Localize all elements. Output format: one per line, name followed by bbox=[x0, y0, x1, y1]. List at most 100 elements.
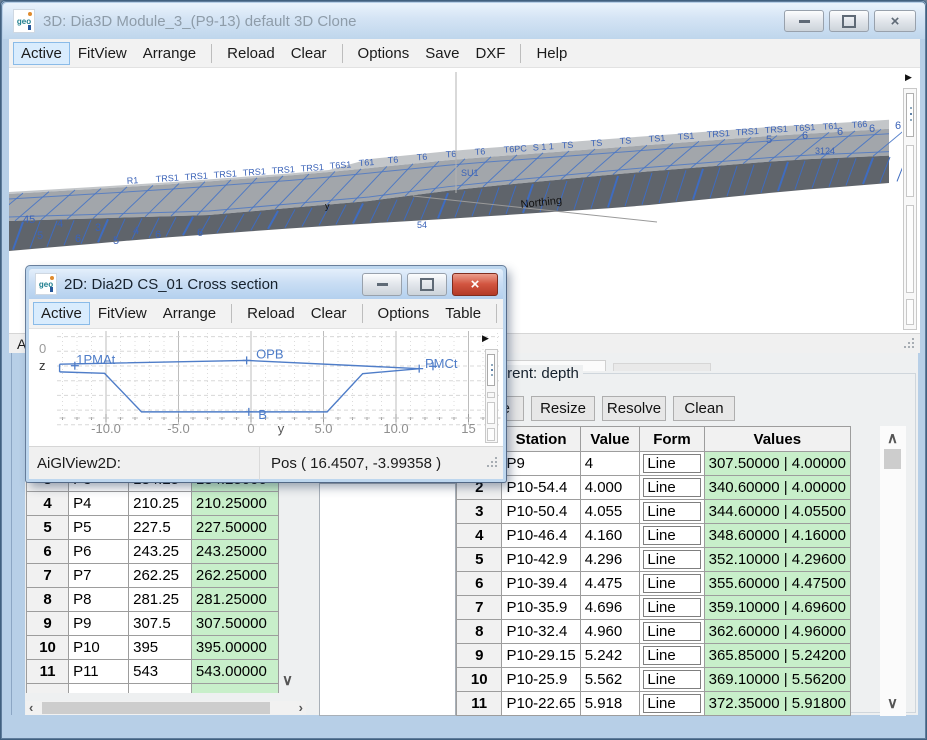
menu-item-save[interactable]: Save bbox=[417, 42, 467, 65]
maximize-button[interactable] bbox=[829, 10, 869, 32]
table-row[interactable]: 4P10-46.44.160Line348.60000 | 4.16000 bbox=[457, 524, 851, 548]
scrollbar-thumb[interactable] bbox=[906, 93, 914, 137]
table-row[interactable]: 6P10-39.44.475Line355.60000 | 4.47500 bbox=[457, 572, 851, 596]
menu-item-clear[interactable]: Clear bbox=[303, 302, 355, 325]
table-row[interactable]: 5P5227.5227.50000 bbox=[27, 516, 279, 540]
form-select[interactable]: Line bbox=[643, 550, 700, 569]
minimize-button[interactable] bbox=[362, 273, 402, 296]
scroll-down-icon[interactable]: ∨ bbox=[282, 673, 293, 688]
scroll-right-icon[interactable]: › bbox=[299, 701, 303, 714]
form-select[interactable]: Line bbox=[643, 526, 700, 545]
form-select[interactable]: Line bbox=[643, 454, 700, 473]
scrollbar-thumb[interactable] bbox=[884, 449, 901, 469]
table-row[interactable]: 9P10-29.155.242Line365.85000 | 5.24200 bbox=[457, 644, 851, 668]
maximize-button[interactable] bbox=[407, 273, 447, 296]
menu-item-arrange[interactable]: Arrange bbox=[135, 42, 204, 65]
svg-text:3: 3 bbox=[95, 222, 101, 234]
table-row[interactable]: 1P94Line307.50000 | 4.00000 bbox=[457, 452, 851, 476]
scrollbar-3d[interactable] bbox=[903, 88, 917, 330]
menubar-2d: ActiveFitViewArrange ReloadClear OptionsTa… bbox=[29, 299, 503, 329]
table-row[interactable]: 7P7262.25262.25000 bbox=[27, 564, 279, 588]
surface-label: TRS1 bbox=[213, 168, 237, 180]
menu-item-options[interactable]: Options bbox=[370, 302, 438, 325]
scrollbar-thumb[interactable] bbox=[42, 702, 270, 714]
table-row[interactable]: 2P10-54.44.000Line340.60000 | 4.00000 bbox=[457, 476, 851, 500]
resize-button[interactable]: Resize bbox=[531, 396, 595, 421]
menu-separator bbox=[520, 44, 521, 63]
table-row[interactable]: 10P10395395.00000 bbox=[27, 636, 279, 660]
form-select[interactable]: Line bbox=[643, 694, 700, 713]
scrollbar-thumb[interactable] bbox=[487, 354, 495, 386]
titlebar-2d[interactable]: geo 2D: Dia2D CS_01 Cross section × bbox=[29, 269, 503, 299]
v-scrollbar-right-table[interactable]: ∧ ∨ bbox=[880, 426, 906, 716]
form-select[interactable]: Line bbox=[643, 502, 700, 521]
table-row[interactable]: 11P11543543.00000 bbox=[27, 660, 279, 684]
menu-item-fitview[interactable]: FitView bbox=[70, 42, 135, 65]
window-2d[interactable]: geo 2D: Dia2D CS_01 Cross section × Acti… bbox=[26, 266, 506, 482]
scroll-up-icon[interactable]: ∧ bbox=[887, 431, 898, 446]
resize-grip-icon[interactable] bbox=[487, 457, 499, 469]
table-row[interactable]: 11P10-22.655.918Line372.35000 | 5.91800 bbox=[457, 692, 851, 716]
svg-text:54: 54 bbox=[417, 220, 427, 230]
table-row[interactable]: 8P8281.25281.25000 bbox=[27, 588, 279, 612]
scrollbar-2d[interactable] bbox=[485, 349, 498, 443]
menu-item-options[interactable]: Options bbox=[350, 42, 418, 65]
form-select[interactable]: Line bbox=[643, 670, 700, 689]
menu-item-fitview[interactable]: FitView bbox=[90, 302, 155, 325]
header-row: StationValueFormValues bbox=[457, 427, 851, 452]
menu-item-reload[interactable]: Reload bbox=[239, 302, 303, 325]
table-row[interactable]: 9P9307.5307.50000 bbox=[27, 612, 279, 636]
menu-item-table[interactable]: Table bbox=[437, 302, 489, 325]
menu-item-active[interactable]: Active bbox=[13, 42, 70, 65]
menu-item-dxf[interactable]: DXF bbox=[467, 42, 513, 65]
points-table: 3P3184.25184.250004P4210.25210.250005P52… bbox=[26, 467, 279, 693]
titlebar-3d[interactable]: geo 3D: Dia3D Module_3_(P9-13) default 3… bbox=[3, 3, 926, 39]
h-scrollbar-left-table[interactable]: ‹ › bbox=[26, 701, 306, 715]
close-button[interactable]: × bbox=[452, 273, 498, 296]
pane-split-icon[interactable]: ▶ bbox=[905, 72, 912, 83]
table-row[interactable]: 5P10-42.94.296Line352.10000 | 4.29600 bbox=[457, 548, 851, 572]
menu-item-reload[interactable]: Reload bbox=[219, 42, 283, 65]
svg-text:5: 5 bbox=[37, 230, 43, 242]
cell-form: Line bbox=[640, 692, 704, 716]
menu-item-help[interactable]: Help bbox=[528, 42, 575, 65]
form-select[interactable]: Line bbox=[643, 622, 700, 641]
scrollbar-section[interactable] bbox=[906, 145, 914, 197]
resize-grip-icon[interactable] bbox=[904, 338, 916, 350]
surface-label: TRS1 bbox=[184, 171, 208, 183]
empty-list-panel[interactable] bbox=[319, 483, 456, 716]
table-row[interactable]: 4P4210.25210.25000 bbox=[27, 492, 279, 516]
scrollbar-section[interactable] bbox=[906, 205, 914, 293]
scrollbar-section[interactable] bbox=[487, 392, 495, 398]
table-row[interactable]: 8P10-32.44.960Line362.60000 | 4.96000 bbox=[457, 620, 851, 644]
clean-button[interactable]: Clean bbox=[673, 396, 735, 421]
scroll-left-icon[interactable]: ‹ bbox=[29, 701, 33, 714]
scrollbar-section[interactable] bbox=[487, 428, 495, 441]
plot-area-2d[interactable]: -10.0-5.005.010.015y0z1PMAtOPBPMCtB ▶ bbox=[29, 329, 503, 446]
close-button[interactable]: × bbox=[874, 10, 916, 32]
form-select[interactable]: Line bbox=[643, 598, 700, 617]
scrollbar-section[interactable] bbox=[906, 299, 914, 325]
cell-values: 307.50000 bbox=[191, 612, 278, 636]
table-row[interactable]: 3P10-50.44.055Line344.60000 | 4.05500 bbox=[457, 500, 851, 524]
table-row[interactable]: 6P6243.25243.25000 bbox=[27, 540, 279, 564]
pane-split-icon[interactable]: ▶ bbox=[482, 333, 489, 344]
tab-unselected[interactable] bbox=[613, 363, 711, 371]
table-row[interactable] bbox=[27, 684, 279, 694]
cell-value: 543 bbox=[129, 660, 192, 684]
resolve-button[interactable]: Resolve bbox=[602, 396, 666, 421]
scrollbar-section[interactable] bbox=[487, 402, 495, 424]
table-row[interactable]: 7P10-35.94.696Line359.10000 | 4.69600 bbox=[457, 596, 851, 620]
cell-form: Line bbox=[640, 524, 704, 548]
scroll-down-icon[interactable]: ∨ bbox=[887, 696, 898, 711]
menu-item-arrange[interactable]: Arrange bbox=[155, 302, 224, 325]
table-row[interactable]: 10P10-25.95.562Line369.10000 | 5.56200 bbox=[457, 668, 851, 692]
menu-item-active[interactable]: Active bbox=[33, 302, 90, 325]
menu-item-clear[interactable]: Clear bbox=[283, 42, 335, 65]
minimize-button[interactable] bbox=[784, 10, 824, 32]
surface-label: TRS1 bbox=[271, 164, 295, 176]
form-select[interactable]: Line bbox=[643, 574, 700, 593]
surface-label: TS1 bbox=[677, 131, 694, 142]
form-select[interactable]: Line bbox=[643, 646, 700, 665]
form-select[interactable]: Line bbox=[643, 478, 700, 497]
